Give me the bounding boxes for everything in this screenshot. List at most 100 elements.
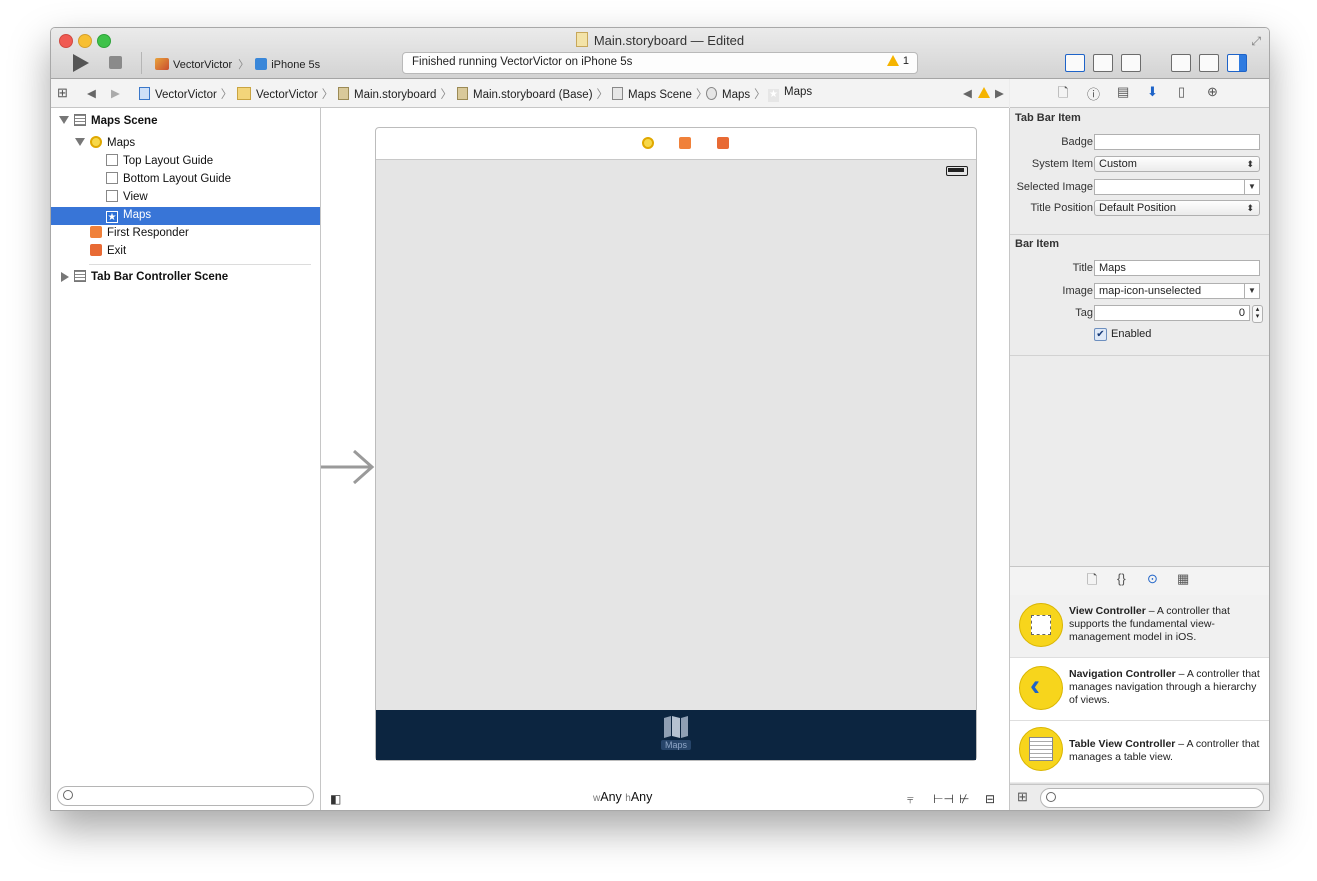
scheme-selector[interactable]: VectorVictor 〉 iPhone 5s	[155, 56, 320, 72]
jump-item-tab-bar-item[interactable]: ★ Maps	[768, 86, 812, 102]
forward-arrow-icon[interactable]: ▶	[111, 86, 120, 100]
toggle-navigator-button[interactable]	[1171, 54, 1191, 72]
previous-issue-icon[interactable]: ◀	[963, 86, 972, 100]
title-field[interactable]: Maps	[1094, 260, 1260, 276]
size-class-height: Any	[630, 790, 653, 804]
show-document-outline-icon[interactable]: ◧	[330, 792, 341, 806]
toggle-utilities-button[interactable]	[1227, 54, 1247, 72]
size-class-control[interactable]: wAny hAny	[593, 790, 652, 804]
warning-indicator[interactable]: 1	[886, 55, 909, 67]
outline-item-top-layout-guide[interactable]: Top Layout Guide	[106, 152, 213, 170]
media-library-icon[interactable]: ▦	[1177, 571, 1189, 587]
outline-item-tab-bar-controller-scene[interactable]: Tab Bar Controller Scene	[59, 268, 228, 286]
version-editor-button[interactable]	[1121, 54, 1141, 72]
disclosure-triangle-icon[interactable]	[59, 116, 69, 124]
jump-item-storyboard-base[interactable]: Main.storyboard (Base) 〉	[457, 86, 612, 102]
jump-item-view-controller[interactable]: Maps 〉	[706, 86, 770, 102]
back-arrow-icon[interactable]: ◀	[87, 86, 96, 100]
jump-item-label: VectorVictor	[256, 89, 318, 101]
standard-editor-button[interactable]	[1065, 54, 1085, 72]
project-icon	[139, 87, 150, 100]
inspector-selector-bar: 🗋 ⓘ ▤ ⬇ ▯ ⊕	[1010, 79, 1269, 108]
tag-field[interactable]: 0	[1094, 305, 1250, 321]
section-title-tab-bar-item: Tab Bar Item	[1015, 112, 1081, 124]
jump-item-group[interactable]: VectorVictor 〉	[237, 86, 337, 102]
outline-label: Maps	[107, 137, 136, 149]
fullscreen-icon[interactable]: ⤢	[1251, 34, 1261, 49]
badge-label: Badge	[1061, 136, 1093, 148]
enabled-checkbox[interactable]: ✔	[1094, 328, 1107, 341]
system-item-popup[interactable]: Custom ⬍	[1094, 156, 1260, 172]
view-controller-icon	[90, 136, 102, 148]
size-inspector-icon[interactable]: ▯	[1178, 84, 1185, 100]
related-items-icon[interactable]: ⊞	[57, 85, 68, 101]
dropdown-arrow-icon[interactable]: ▼	[1244, 284, 1259, 298]
library-item-table-view-controller[interactable]: Table View Controller – A controller tha…	[1010, 721, 1269, 784]
maps-scene-frame[interactable]: Maps	[375, 127, 977, 761]
canvas-bottom-bar: ◧ wAny hAny ⫧ ⊢⊣ ⊬ ⊟	[321, 786, 1009, 810]
resizing-behavior-icon[interactable]: ⊟	[985, 792, 995, 806]
library-item-navigation-controller[interactable]: ‹ Navigation Controller – A controller t…	[1010, 658, 1269, 721]
app-target-icon	[155, 58, 169, 70]
quick-help-icon[interactable]: ⓘ	[1087, 84, 1100, 103]
stop-button[interactable]	[109, 56, 122, 69]
star-icon: ★	[106, 211, 118, 223]
dropdown-arrow-icon[interactable]: ▼	[1244, 180, 1259, 194]
attributes-inspector-icon[interactable]: ⬇	[1147, 84, 1158, 100]
library-item-view-controller[interactable]: View Controller – A controller that supp…	[1010, 595, 1269, 658]
outline-item-bottom-layout-guide[interactable]: Bottom Layout Guide	[106, 170, 231, 188]
align-icon[interactable]: ⫧	[907, 792, 914, 807]
view-controller-view[interactable]	[376, 160, 976, 710]
library-filter-field[interactable]	[1040, 788, 1264, 808]
scene-dock	[376, 128, 976, 160]
outline-item-maps-vc[interactable]: Maps	[75, 134, 135, 152]
resolve-auto-layout-icon[interactable]: ⊬	[959, 792, 969, 806]
storyboard-canvas[interactable]: Maps ◧ wAny hAny ⫧ ⊢⊣ ⊬ ⊟	[321, 108, 1010, 810]
selected-image-combo[interactable]: ▼	[1094, 179, 1260, 195]
jump-item-scene[interactable]: Maps Scene 〉	[612, 86, 711, 102]
code-snippet-library-icon[interactable]: {}	[1117, 571, 1126, 586]
tag-stepper[interactable]: ▴ ▾	[1252, 305, 1263, 323]
file-template-library-icon[interactable]: 🗋	[1087, 571, 1097, 593]
image-combo[interactable]: map-icon-unselected ▼	[1094, 283, 1260, 299]
outline-item-tab-bar-item[interactable]: ★ Maps	[106, 206, 151, 224]
disclosure-triangle-icon[interactable]	[61, 272, 69, 282]
title-position-popup[interactable]: Default Position ⬍	[1094, 200, 1260, 216]
map-icon	[664, 716, 688, 738]
dock-view-controller-icon[interactable]	[642, 137, 654, 149]
outline-item-exit[interactable]: Exit	[90, 242, 126, 260]
outline-item-first-responder[interactable]: First Responder	[90, 224, 189, 242]
section-title-bar-item: Bar Item	[1015, 238, 1060, 250]
tab-bar[interactable]: Maps	[376, 710, 976, 760]
assistant-editor-button[interactable]	[1093, 54, 1113, 72]
jump-item-project[interactable]: VectorVictor 〉	[139, 86, 236, 102]
next-issue-icon[interactable]: ▶	[995, 86, 1004, 100]
toggle-debug-area-button[interactable]	[1199, 54, 1219, 72]
table-view-controller-library-icon	[1019, 727, 1063, 771]
pin-icon[interactable]: ⊢⊣	[933, 792, 954, 806]
size-class-width: Any	[600, 790, 622, 804]
storyboard-file-icon	[575, 32, 588, 47]
jump-item-label: Main.storyboard (Base)	[473, 89, 593, 101]
selected-image-row: Selected Image ▼	[1010, 177, 1269, 197]
title-label: Title	[1072, 262, 1093, 274]
scene-icon	[612, 87, 623, 100]
issue-warning-icon[interactable]	[978, 87, 994, 99]
tab-bar-item-maps[interactable]: Maps	[658, 715, 694, 751]
dock-exit-icon[interactable]	[717, 137, 729, 149]
jump-item-storyboard[interactable]: Main.storyboard 〉	[338, 86, 456, 102]
disclosure-triangle-icon[interactable]	[75, 138, 85, 146]
outline-filter-field[interactable]	[57, 786, 314, 806]
run-button[interactable]	[73, 54, 89, 72]
grid-view-toggle-icon[interactable]: ⊞	[1017, 789, 1028, 805]
outline-item-view[interactable]: View	[106, 188, 148, 206]
object-library-icon[interactable]: ⊙	[1147, 571, 1158, 587]
connections-inspector-icon[interactable]: ⊕	[1207, 84, 1218, 100]
identity-inspector-icon[interactable]: ▤	[1117, 84, 1129, 100]
file-inspector-icon[interactable]: 🗋	[1058, 84, 1068, 106]
library-item-text: Table View Controller – A controller tha…	[1069, 738, 1265, 764]
badge-field[interactable]	[1094, 134, 1260, 150]
system-item-row: System Item Custom ⬍	[1010, 154, 1269, 174]
outline-item-maps-scene[interactable]: Maps Scene	[59, 112, 157, 130]
dock-first-responder-icon[interactable]	[679, 137, 691, 149]
